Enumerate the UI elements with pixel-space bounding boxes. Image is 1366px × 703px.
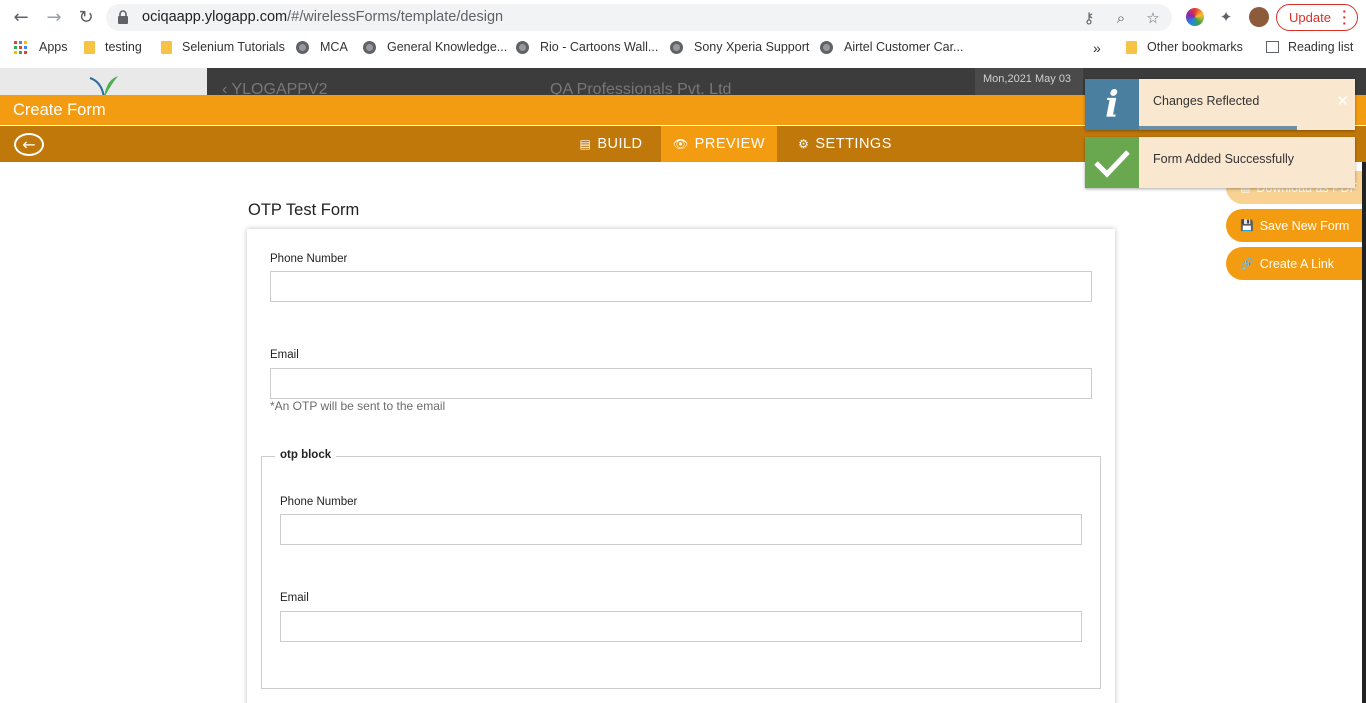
overflow-label: » bbox=[1093, 40, 1101, 56]
bookmark-label: Sony Xperia Support bbox=[694, 40, 810, 54]
phone-number-input[interactable] bbox=[270, 271, 1092, 302]
toast-progress bbox=[1139, 126, 1297, 130]
bookmark-label: Selenium Tutorials bbox=[182, 40, 285, 54]
app-logo bbox=[0, 68, 207, 96]
link-icon: 🔗 bbox=[1240, 257, 1254, 270]
update-label: Update bbox=[1289, 10, 1331, 25]
otp-email-input[interactable] bbox=[280, 611, 1082, 642]
bookmark-label: testing bbox=[105, 40, 142, 54]
otp-block-legend: otp block bbox=[275, 449, 337, 461]
back-arrow-icon[interactable]: ← bbox=[9, 5, 33, 29]
address-row: ← → ↻ ociqaapp.ylogapp.com/#/wirelessFor… bbox=[0, 0, 1366, 34]
reload-icon[interactable]: ↻ bbox=[74, 5, 98, 29]
more-icon: · · · bbox=[1342, 3, 1347, 31]
address-bar[interactable]: ociqaapp.ylogapp.com/#/wirelessForms/tem… bbox=[106, 4, 1172, 31]
otp-phone-number-label: Phone Number bbox=[280, 496, 358, 508]
bookmarks-bar: Apps testing Selenium Tutorials MCA Gene… bbox=[0, 36, 1366, 62]
globe-icon bbox=[820, 40, 833, 54]
toast-info[interactable]: i Changes Reflected ✕ bbox=[1085, 79, 1355, 130]
otp-phone-number-input[interactable] bbox=[280, 514, 1082, 545]
bookmark-label: Rio - Cartoons Wall... bbox=[540, 40, 659, 54]
bookmark-mca[interactable]: MCA bbox=[296, 40, 348, 54]
extension-color-icon[interactable] bbox=[1186, 8, 1204, 26]
bookmark-label: Other bookmarks bbox=[1147, 40, 1243, 54]
globe-icon bbox=[670, 40, 683, 54]
puzzle-icon[interactable]: ✦ bbox=[1217, 8, 1235, 26]
bookmark-sony[interactable]: Sony Xperia Support bbox=[670, 40, 809, 54]
folder-icon bbox=[161, 40, 172, 54]
update-button[interactable]: Update · · · bbox=[1276, 4, 1358, 31]
bookmark-testing[interactable]: testing bbox=[84, 40, 142, 54]
app-back-link[interactable]: ‹ YLOGAPPV2 bbox=[222, 81, 328, 96]
bookmark-other[interactable]: Other bookmarks bbox=[1126, 40, 1243, 54]
build-icon: ▤ bbox=[579, 137, 592, 151]
reading-list-icon bbox=[1266, 41, 1279, 53]
checkmark-icon bbox=[1085, 137, 1139, 188]
page-title: Create Form bbox=[13, 101, 106, 119]
header-date: Mon,2021 May 03 bbox=[975, 68, 1083, 96]
email-label: Email bbox=[270, 349, 299, 361]
toast-message: Changes Reflected bbox=[1153, 94, 1260, 108]
browser-chrome: ← → ↻ ociqaapp.ylogapp.com/#/wirelessFor… bbox=[0, 0, 1366, 68]
folder-icon bbox=[1126, 40, 1137, 54]
bookmark-label: Airtel Customer Car... bbox=[844, 40, 964, 54]
info-icon: i bbox=[1085, 79, 1139, 130]
globe-icon bbox=[296, 40, 309, 54]
zoom-icon[interactable]: ⌕ bbox=[1112, 9, 1130, 27]
bookmark-label: MCA bbox=[320, 40, 348, 54]
save-icon: 💾 bbox=[1240, 219, 1254, 232]
tab-label: PREVIEW bbox=[694, 136, 766, 152]
reading-list-label: Reading list bbox=[1288, 40, 1354, 54]
toast-message: Form Added Successfully bbox=[1153, 152, 1295, 166]
eye-icon: 👁 bbox=[672, 137, 689, 151]
bookmark-airtel[interactable]: Airtel Customer Car... bbox=[820, 40, 963, 54]
bookmarks-overflow-icon[interactable]: » bbox=[1093, 40, 1101, 56]
tab-settings[interactable]: ⚙ SETTINGS bbox=[785, 126, 905, 162]
key-icon[interactable]: ⚷ bbox=[1080, 9, 1098, 27]
back-button[interactable]: ← bbox=[14, 133, 44, 156]
star-icon[interactable]: ☆ bbox=[1144, 9, 1162, 27]
otp-block-fieldset bbox=[261, 456, 1101, 689]
bookmark-selenium[interactable]: Selenium Tutorials bbox=[161, 40, 285, 54]
save-new-form-label: Save New Form bbox=[1259, 218, 1350, 233]
scrollbar[interactable] bbox=[1362, 162, 1366, 703]
bookmark-label: Apps bbox=[39, 40, 68, 54]
close-icon[interactable]: ✕ bbox=[1336, 92, 1349, 110]
phone-number-label: Phone Number bbox=[270, 253, 348, 265]
tab-label: BUILD bbox=[597, 136, 643, 152]
email-hint: *An OTP will be sent to the email bbox=[270, 399, 446, 413]
email-input[interactable] bbox=[270, 368, 1092, 399]
folder-icon bbox=[84, 40, 95, 54]
url-text: ociqaapp.ylogapp.com/#/wirelessForms/tem… bbox=[142, 9, 503, 25]
globe-icon bbox=[516, 40, 529, 54]
tab-build[interactable]: ▤ BUILD bbox=[561, 126, 661, 162]
bookmark-apps[interactable]: Apps bbox=[14, 40, 68, 54]
url-path: /#/wirelessForms/template/design bbox=[287, 9, 504, 25]
app-back-text: YLOGAPPV2 bbox=[231, 81, 328, 96]
tab-preview[interactable]: 👁 PREVIEW bbox=[661, 126, 777, 162]
apps-grid-icon bbox=[14, 40, 27, 54]
bookmark-gk[interactable]: General Knowledge... bbox=[363, 40, 507, 54]
lock-icon bbox=[118, 10, 128, 24]
otp-email-label: Email bbox=[280, 592, 309, 604]
leaf-logo-icon bbox=[89, 76, 118, 96]
save-new-form-button[interactable]: 💾 Save New Form bbox=[1226, 209, 1362, 242]
avatar[interactable] bbox=[1249, 7, 1269, 27]
bookmark-label: General Knowledge... bbox=[387, 40, 508, 54]
arrow-left-icon: ← bbox=[22, 135, 36, 154]
forward-arrow-icon[interactable]: → bbox=[42, 5, 66, 29]
company-name: QA Professionals Pvt. Ltd bbox=[550, 81, 732, 96]
url-host: ociqaapp.ylogapp.com bbox=[142, 9, 288, 25]
create-link-button[interactable]: 🔗 Create A Link bbox=[1226, 247, 1362, 280]
globe-icon bbox=[363, 40, 376, 54]
reading-list[interactable]: Reading list bbox=[1266, 40, 1353, 54]
form-title: OTP Test Form bbox=[248, 201, 360, 219]
bookmark-rio[interactable]: Rio - Cartoons Wall... bbox=[516, 40, 658, 54]
gear-icon: ⚙ bbox=[798, 137, 810, 151]
tab-label: SETTINGS bbox=[815, 136, 892, 152]
toast-success[interactable]: Form Added Successfully bbox=[1085, 137, 1355, 188]
create-link-label: Create A Link bbox=[1259, 256, 1335, 271]
